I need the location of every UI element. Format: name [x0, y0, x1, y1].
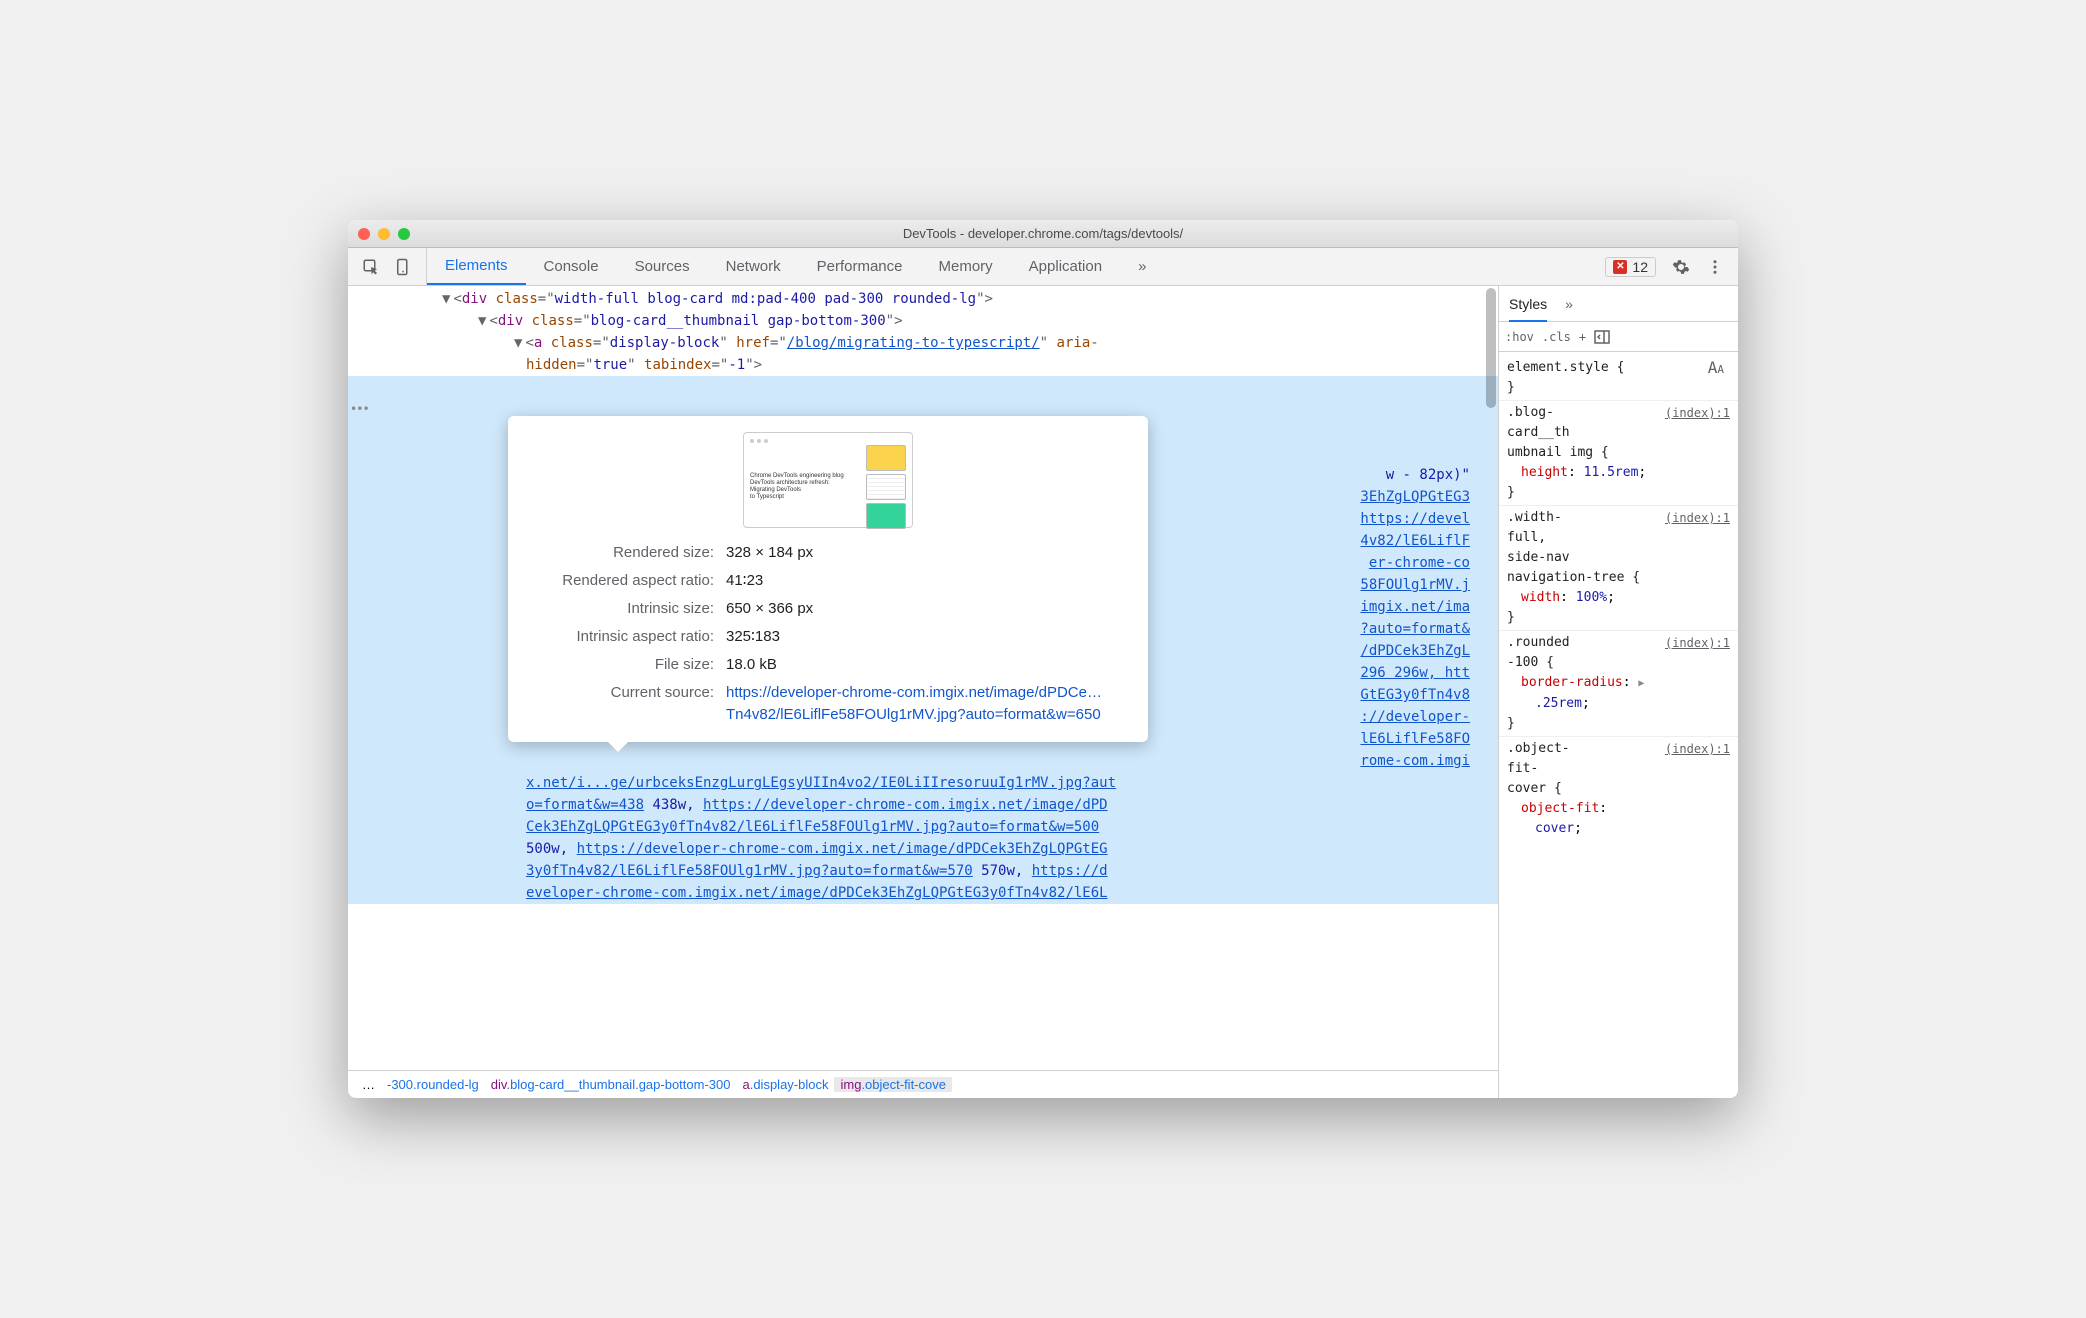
tab-overflow[interactable]: » [1120, 248, 1164, 285]
toolbar: Elements Console Sources Network Perform… [348, 248, 1738, 286]
source-link[interactable]: (index):1 [1665, 403, 1730, 423]
intrinsic-size-label: Intrinsic size: [524, 598, 714, 620]
dom-line[interactable]: ▼<div class="blog-card__thumbnail gap-bo… [348, 310, 1498, 332]
breadcrumb-item[interactable]: a.display-block [736, 1077, 834, 1092]
device-toggle-icon[interactable] [394, 258, 412, 276]
dom-line[interactable]: ▼<a class="display-block" href="/blog/mi… [348, 332, 1498, 354]
current-source-link[interactable]: https://developer-chrome-com.imgix.net/i… [726, 684, 1102, 723]
hov-toggle[interactable]: :hov [1505, 330, 1534, 344]
style-rule[interactable]: (index):1 .blog-card__thumbnail img { he… [1499, 401, 1738, 506]
error-count: 12 [1632, 259, 1648, 275]
rendered-ar-value: 41∶23 [726, 570, 1132, 592]
style-rule[interactable]: (index):1 .width-full,side-navnavigation… [1499, 506, 1738, 631]
current-source-label: Current source: [524, 682, 714, 726]
error-badge[interactable]: ✕ 12 [1605, 257, 1656, 277]
cls-toggle[interactable]: .cls [1542, 330, 1571, 344]
sidebar-toggle-icon[interactable] [1594, 330, 1610, 344]
style-rule[interactable]: (index):1 .object-fit-cover { object-fit… [1499, 737, 1738, 841]
devtools-window: DevTools - developer.chrome.com/tags/dev… [348, 220, 1738, 1098]
elements-pane: ▼<div class="width-full blog-card md:pad… [348, 286, 1498, 1098]
window-title: DevTools - developer.chrome.com/tags/dev… [348, 226, 1738, 241]
styles-tab-overflow[interactable]: » [1565, 296, 1573, 312]
intrinsic-size-value: 650 × 366 px [726, 598, 1132, 620]
styles-body[interactable]: AA element.style { } (index):1 .blog-car… [1499, 352, 1738, 1098]
maximize-icon[interactable] [398, 228, 410, 240]
tab-performance[interactable]: Performance [799, 248, 921, 285]
minimize-icon[interactable] [378, 228, 390, 240]
file-size-label: File size: [524, 654, 714, 676]
style-rule[interactable]: element.style { } [1499, 356, 1738, 401]
dom-line-cont[interactable]: 500w, https://developer-chrome-com.imgix… [348, 838, 1498, 860]
tab-network[interactable]: Network [708, 248, 799, 285]
dom-line-cont[interactable]: o=format&w=438 438w, https://developer-c… [348, 794, 1498, 816]
close-icon[interactable] [358, 228, 370, 240]
styles-pane: Styles » :hov .cls + AA element.style { … [1498, 286, 1738, 1098]
gear-icon[interactable] [1672, 258, 1690, 276]
breadcrumb-item[interactable]: div.blog-card__thumbnail.gap-bottom-300 [485, 1077, 737, 1092]
filter-row: :hov .cls + [1499, 322, 1738, 352]
dom-tree[interactable]: ▼<div class="width-full blog-card md:pad… [348, 286, 1498, 1070]
intrinsic-ar-value: 325∶183 [726, 626, 1132, 648]
scrollbar[interactable] [1486, 288, 1496, 408]
tab-console[interactable]: Console [526, 248, 617, 285]
image-info-tooltip: Chrome DevTools engineering blog DevTool… [508, 416, 1148, 742]
source-link[interactable]: (index):1 [1665, 633, 1730, 653]
new-rule-button[interactable]: + [1579, 330, 1586, 344]
tool-group [348, 248, 427, 285]
rendered-ar-label: Rendered aspect ratio: [524, 570, 714, 592]
content: ▼<div class="width-full blog-card md:pad… [348, 286, 1738, 1098]
thumbnail-preview: Chrome DevTools engineering blog DevTool… [743, 432, 913, 528]
dom-line-cont[interactable]: 3y0fTn4v82/lE6LiflFe58FOUlg1rMV.jpg?auto… [348, 860, 1498, 882]
dom-line-cont[interactable]: x.net/i...ge/urbceksEnzgLurgLEgsyUIIn4vo… [348, 772, 1498, 794]
inspect-icon[interactable] [362, 258, 380, 276]
breadcrumb-item[interactable]: -300.rounded-lg [381, 1077, 485, 1092]
breadcrumb-overflow[interactable]: … [356, 1077, 381, 1092]
error-icon: ✕ [1613, 260, 1627, 274]
dom-line[interactable]: ▼<div class="width-full blog-card md:pad… [348, 288, 1498, 310]
style-rule[interactable]: (index):1 .rounded-100 { border-radius: … [1499, 631, 1738, 737]
href-link[interactable]: /blog/migrating-to-typescript/ [787, 335, 1040, 351]
rendered-size-label: Rendered size: [524, 542, 714, 564]
traffic-lights [358, 228, 410, 240]
kebab-icon[interactable] [1706, 258, 1724, 276]
breadcrumb: … -300.rounded-lg div.blog-card__thumbna… [348, 1070, 1498, 1098]
current-source-value: https://developer-chrome-com.imgix.net/i… [726, 682, 1132, 726]
source-link[interactable]: (index):1 [1665, 739, 1730, 759]
styles-tabs: Styles » [1499, 286, 1738, 322]
file-size-value: 18.0 kB [726, 654, 1132, 676]
styles-tab-active[interactable]: Styles [1509, 296, 1547, 322]
dom-ellipsis: ••• [350, 398, 369, 420]
toolbar-right: ✕ 12 [1591, 248, 1738, 285]
breadcrumb-item-active[interactable]: img.object-fit-cove [834, 1077, 952, 1092]
rendered-size-value: 328 × 184 px [726, 542, 1132, 564]
intrinsic-ar-label: Intrinsic aspect ratio: [524, 626, 714, 648]
panel-tabs: Elements Console Sources Network Perform… [427, 248, 1591, 285]
tab-sources[interactable]: Sources [617, 248, 708, 285]
titlebar: DevTools - developer.chrome.com/tags/dev… [348, 220, 1738, 248]
dom-line-cont[interactable]: eveloper-chrome-com.imgix.net/image/dPDC… [348, 882, 1498, 904]
tab-application[interactable]: Application [1011, 248, 1120, 285]
tab-memory[interactable]: Memory [921, 248, 1011, 285]
dom-line-cont[interactable]: Cek3EhZgLQPGtEG3y0fTn4v82/lE6LiflFe58FOU… [348, 816, 1498, 838]
font-size-icon[interactable]: AA [1708, 358, 1724, 377]
tab-elements[interactable]: Elements [427, 248, 526, 285]
dom-line[interactable]: hidden="true" tabindex="-1"> [348, 354, 1498, 376]
image-info-rows: Rendered size: 328 × 184 px Rendered asp… [524, 542, 1132, 726]
dom-line-frag[interactable]: rome-com.imgi [348, 750, 1498, 772]
source-link[interactable]: (index):1 [1665, 508, 1730, 528]
